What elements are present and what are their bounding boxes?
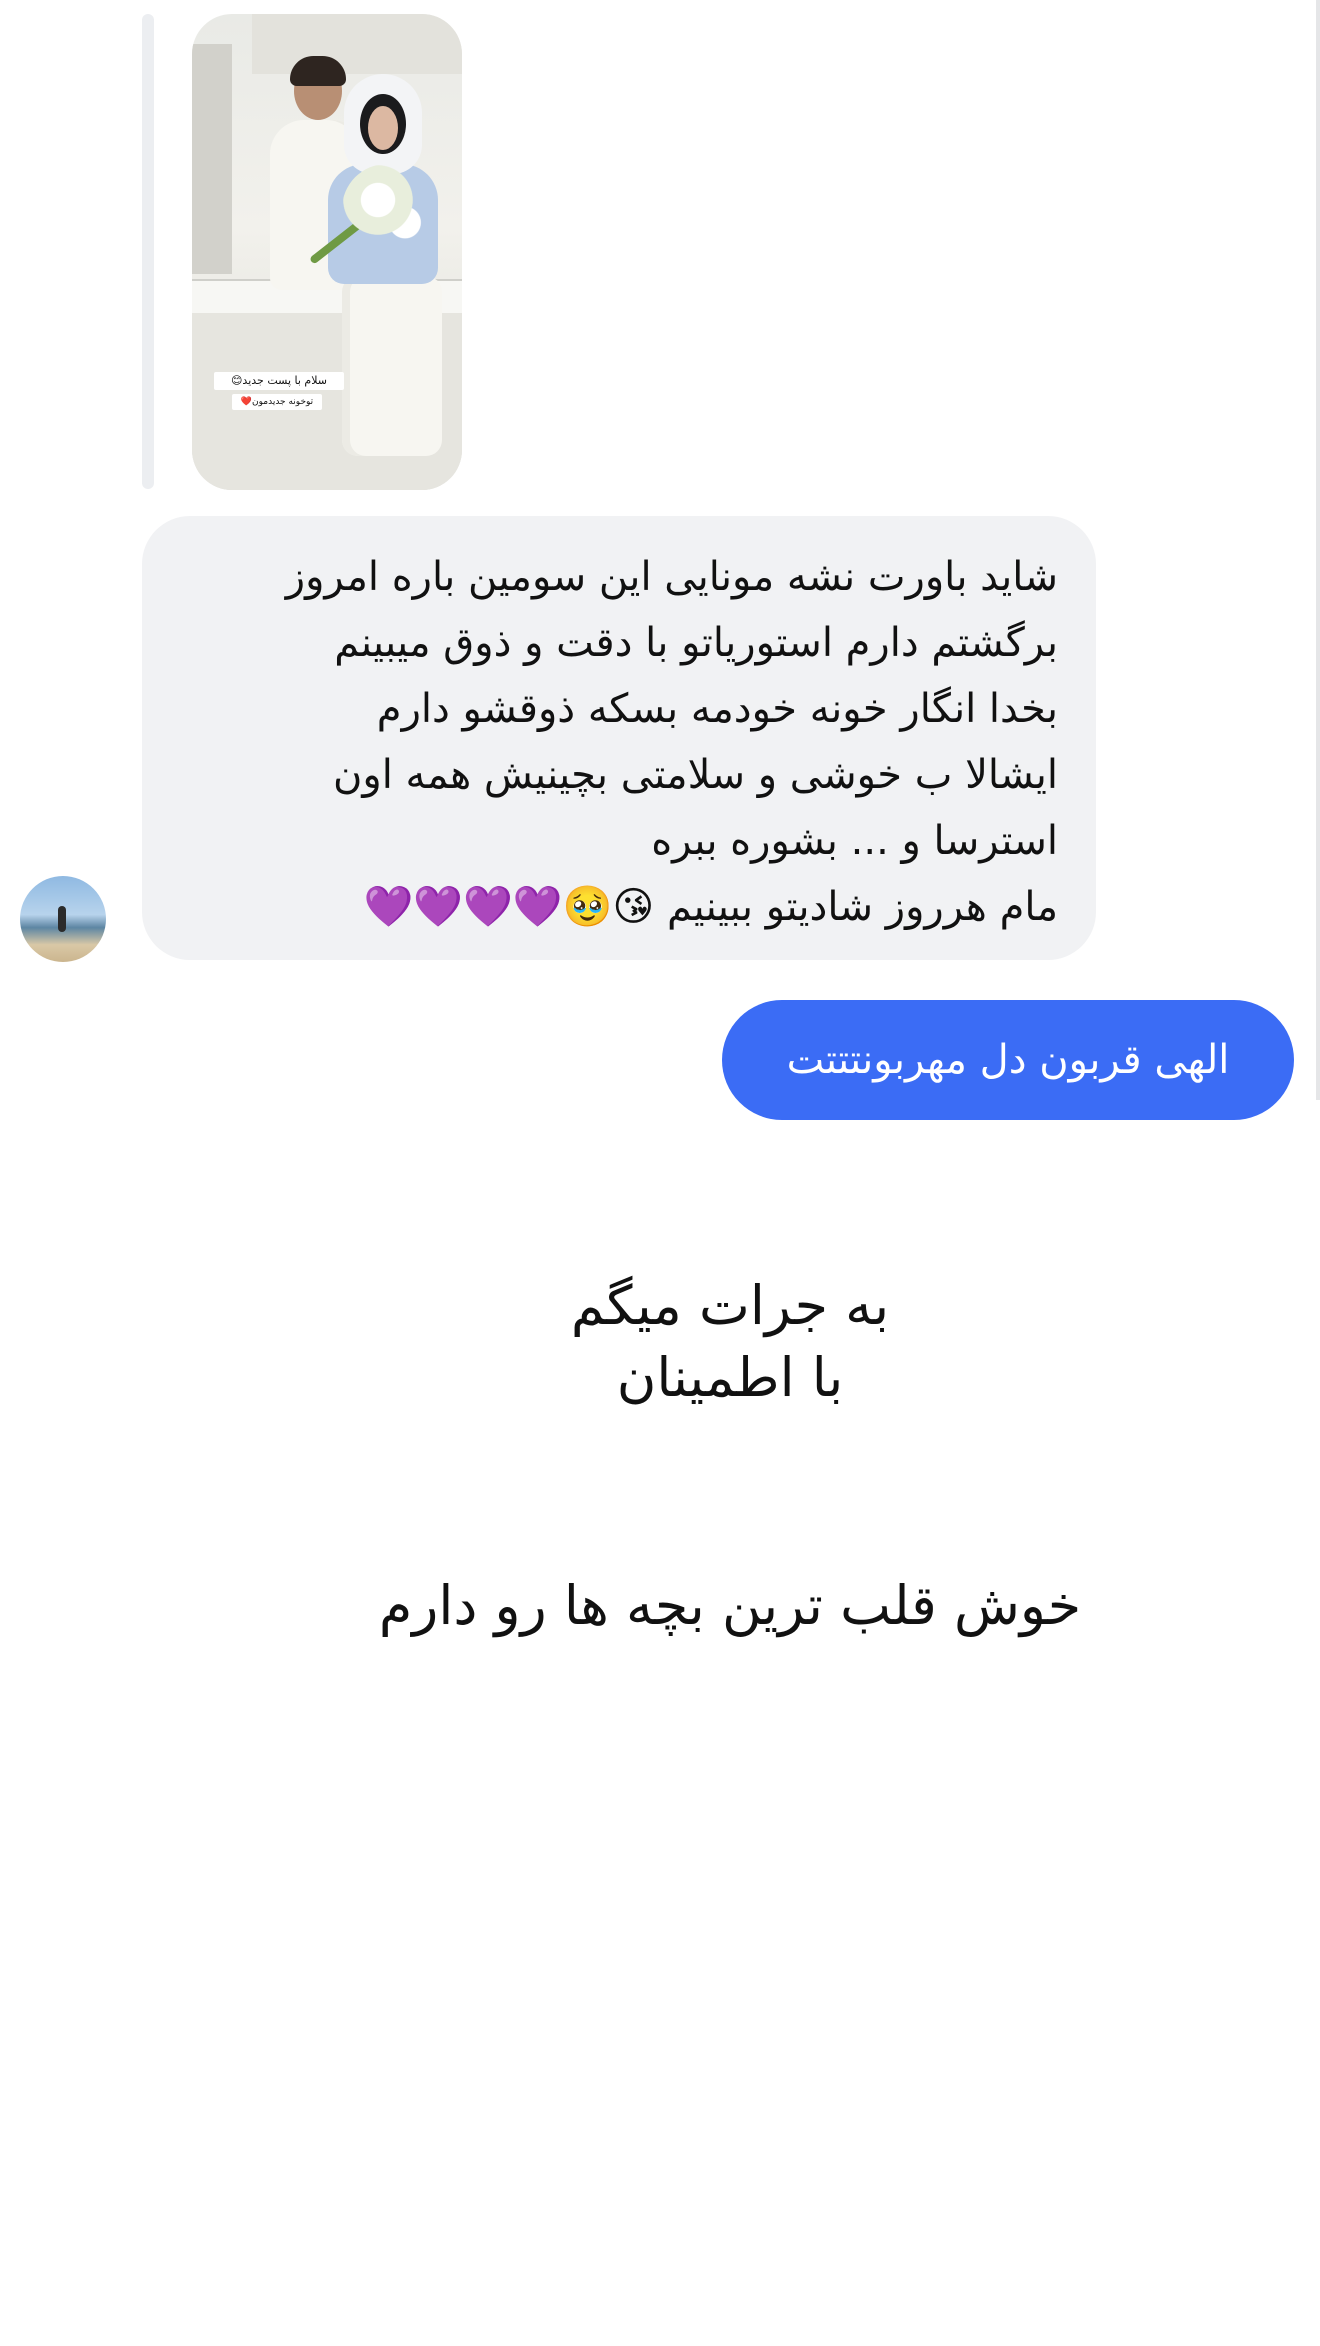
message-line: برگشتم دارم استوریاتو با دقت و ذوق میبین… (334, 620, 1058, 666)
story-person (290, 56, 346, 86)
story-caption-line-2: توخونه جدیدمون❤️ (232, 394, 322, 410)
message-line: استرسا و ... بشوره ببره (651, 818, 1058, 864)
story-person (342, 276, 442, 456)
sender-avatar[interactable] (20, 876, 106, 962)
incoming-message-bubble[interactable]: شاید باورت نشه مونایی این سومین باره امر… (142, 516, 1096, 960)
message-line: مام هرروز شادیتو ببینیم 😘🥹💜💜💜💜 (363, 884, 1059, 930)
message-line: ایشالا ب خوشی و سلامتی بچینیش همه اون (333, 752, 1058, 798)
overlay-caption-line-1: به جرات میگم (570, 1274, 890, 1337)
avatar-figure (58, 906, 66, 932)
message-line: بخدا انگار خونه خودمه بسکه ذوقشو دارم (376, 686, 1058, 732)
flower-bouquet (342, 164, 432, 254)
overlay-caption-line-2: با اطمینان (616, 1346, 844, 1409)
outgoing-message-bubble[interactable]: الهی قربون دل مهربونتتتت (722, 1000, 1294, 1120)
story-background (192, 44, 232, 274)
reply-indicator-bar (142, 14, 154, 489)
right-edge-divider (1316, 0, 1320, 1100)
story-person (368, 106, 398, 150)
story-reply-thumbnail[interactable]: سلام با پست جدید😊 توخونه جدیدمون❤️ (192, 14, 462, 490)
overlay-caption: به جرات میگم با اطمینان (0, 1270, 1320, 1414)
message-line: شاید باورت نشه مونایی این سومین باره امر… (285, 554, 1058, 600)
overlay-caption-line-3: خوش قلب ترین بچه ها رو دارم (378, 1574, 1082, 1637)
story-caption-line-1: سلام با پست جدید😊 (214, 372, 344, 390)
story-background (252, 14, 462, 74)
